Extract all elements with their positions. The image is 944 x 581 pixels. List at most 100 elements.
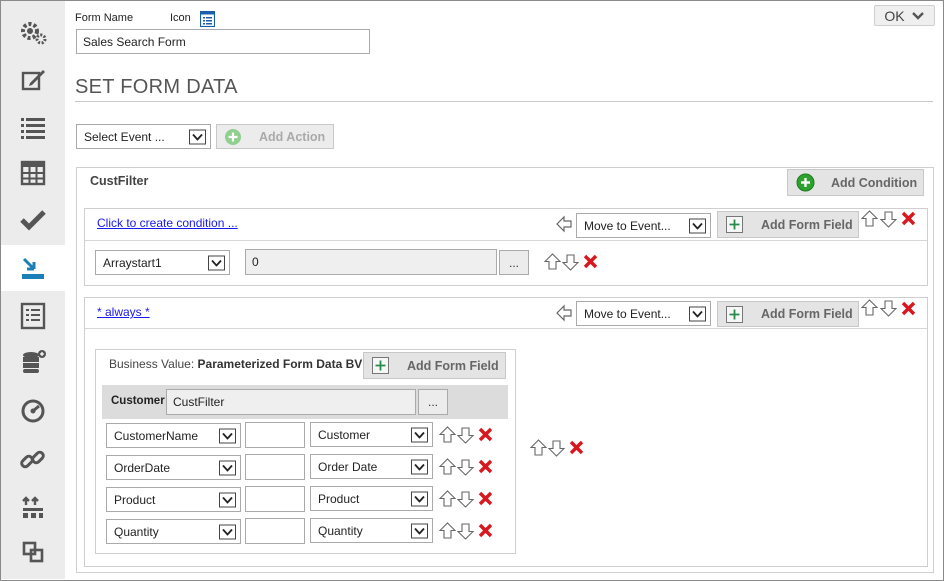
move-to-event-value: Move to Event... (584, 218, 671, 233)
mapping-select[interactable]: Product (310, 486, 433, 511)
list-icon (21, 118, 45, 139)
add-form-field-button[interactable]: Add Form Field (717, 301, 859, 327)
sidebar-item-import[interactable] (1, 245, 65, 291)
event-select[interactable]: Select Event ... (76, 124, 211, 149)
value-input[interactable] (245, 486, 305, 512)
array-value-input[interactable]: 0 (245, 249, 497, 275)
add-form-field-button[interactable]: Add Form Field (363, 352, 506, 379)
sidebar-item-list[interactable] (1, 104, 65, 150)
move-to-event-select[interactable]: Move to Event... (576, 301, 711, 326)
delete-icon[interactable] (901, 211, 916, 229)
edit-icon (21, 70, 45, 91)
mapping-select[interactable]: Order Date (310, 454, 433, 479)
move-up-icon[interactable] (438, 522, 457, 543)
add-form-field-label: Add Form Field (761, 307, 853, 321)
delete-icon[interactable] (583, 254, 598, 272)
move-left-arrow-icon[interactable] (555, 215, 573, 236)
grid-icon (20, 160, 46, 186)
move-up-icon[interactable] (438, 458, 457, 479)
field-select[interactable]: Quantity (106, 519, 241, 544)
field-select[interactable]: CustomerName (106, 423, 241, 448)
field-select-value: CustomerName (114, 428, 199, 443)
move-down-icon[interactable] (879, 299, 898, 320)
array-select[interactable]: Arraystart1 (95, 250, 230, 275)
add-condition-button[interactable]: Add Condition (787, 169, 924, 196)
add-square-icon (726, 216, 743, 233)
add-action-button[interactable]: Add Action (216, 124, 334, 149)
sidebar-item-settings[interactable] (1, 9, 65, 55)
move-up-icon[interactable] (543, 253, 562, 274)
move-to-event-select[interactable]: Move to Event... (576, 213, 711, 238)
array-select-value: Arraystart1 (103, 255, 162, 270)
ok-button[interactable]: OK (874, 5, 935, 26)
mapping-select-value: Customer (318, 427, 371, 442)
delete-icon[interactable] (478, 523, 493, 541)
page-title: SET FORM DATA (75, 76, 238, 98)
sidebar-item-database[interactable] (1, 339, 65, 385)
move-up-icon[interactable] (438, 426, 457, 447)
add-circle-icon (225, 128, 241, 145)
always-condition-link[interactable]: * always * (97, 305, 150, 319)
chevron-down-icon (911, 11, 924, 20)
delete-icon[interactable] (478, 491, 493, 509)
sidebar-item-grid[interactable] (1, 150, 65, 196)
field-select-value: Quantity (114, 524, 159, 539)
sidebar-item-form-list[interactable] (1, 293, 65, 339)
move-down-icon[interactable] (456, 426, 475, 447)
mapping-select-value: Order Date (318, 459, 378, 474)
add-form-field-button[interactable]: Add Form Field (717, 211, 859, 238)
sidebar-item-dashboard[interactable] (1, 388, 65, 434)
form-icon-picker[interactable] (200, 11, 215, 27)
add-circle-icon (796, 173, 815, 192)
field-select[interactable]: OrderDate (106, 455, 241, 480)
move-down-icon[interactable] (547, 439, 566, 460)
sidebar-item-check[interactable] (1, 197, 65, 243)
database-add-icon (23, 350, 46, 373)
sidebar-item-edit[interactable] (1, 57, 65, 103)
browse-button[interactable]: ... (499, 250, 529, 275)
business-value-label: Business Value: (109, 357, 195, 371)
move-left-arrow-icon[interactable] (555, 304, 573, 325)
form-name-input[interactable]: Sales Search Form (76, 29, 370, 54)
form-name-label: Form Name (75, 12, 134, 24)
move-up-icon[interactable] (438, 490, 457, 511)
event-select-value: Select Event ... (84, 129, 165, 144)
move-down-icon[interactable] (879, 210, 898, 231)
create-condition-link[interactable]: Click to create condition ... (97, 216, 238, 230)
chevron-down-icon (411, 491, 428, 506)
business-value-name: Parameterized Form Data BV (197, 357, 363, 371)
chevron-down-icon (208, 255, 225, 270)
add-form-field-label: Add Form Field (407, 358, 499, 373)
chevron-down-icon (219, 460, 236, 475)
delete-icon[interactable] (901, 301, 916, 319)
mapping-select[interactable]: Quantity (310, 518, 433, 543)
sidebar-item-hierarchy[interactable] (1, 485, 65, 531)
chevron-down-icon (689, 218, 706, 233)
move-down-icon[interactable] (561, 253, 580, 274)
sidebar-item-layers[interactable] (1, 529, 65, 575)
add-square-icon (372, 357, 389, 374)
hierarchy-icon (22, 496, 43, 518)
value-input[interactable] (245, 454, 305, 480)
delete-icon[interactable] (569, 440, 584, 458)
condition-divider (85, 328, 927, 329)
ok-label: OK (884, 7, 905, 24)
condition-divider (85, 240, 927, 241)
move-up-icon[interactable] (860, 299, 879, 320)
chevron-down-icon (219, 492, 236, 507)
move-down-icon[interactable] (456, 490, 475, 511)
move-down-icon[interactable] (456, 522, 475, 543)
field-select[interactable]: Product (106, 487, 241, 512)
delete-icon[interactable] (478, 427, 493, 445)
value-input[interactable] (245, 518, 305, 544)
delete-icon[interactable] (478, 459, 493, 477)
customer-value-input[interactable]: CustFilter (166, 389, 416, 415)
browse-button[interactable]: ... (418, 389, 448, 415)
value-input[interactable] (245, 422, 305, 448)
move-up-icon[interactable] (860, 210, 879, 231)
move-down-icon[interactable] (456, 458, 475, 479)
move-up-icon[interactable] (529, 439, 548, 460)
chevron-down-icon (689, 306, 706, 321)
mapping-select[interactable]: Customer (310, 422, 433, 447)
sidebar-item-link[interactable] (1, 437, 65, 483)
